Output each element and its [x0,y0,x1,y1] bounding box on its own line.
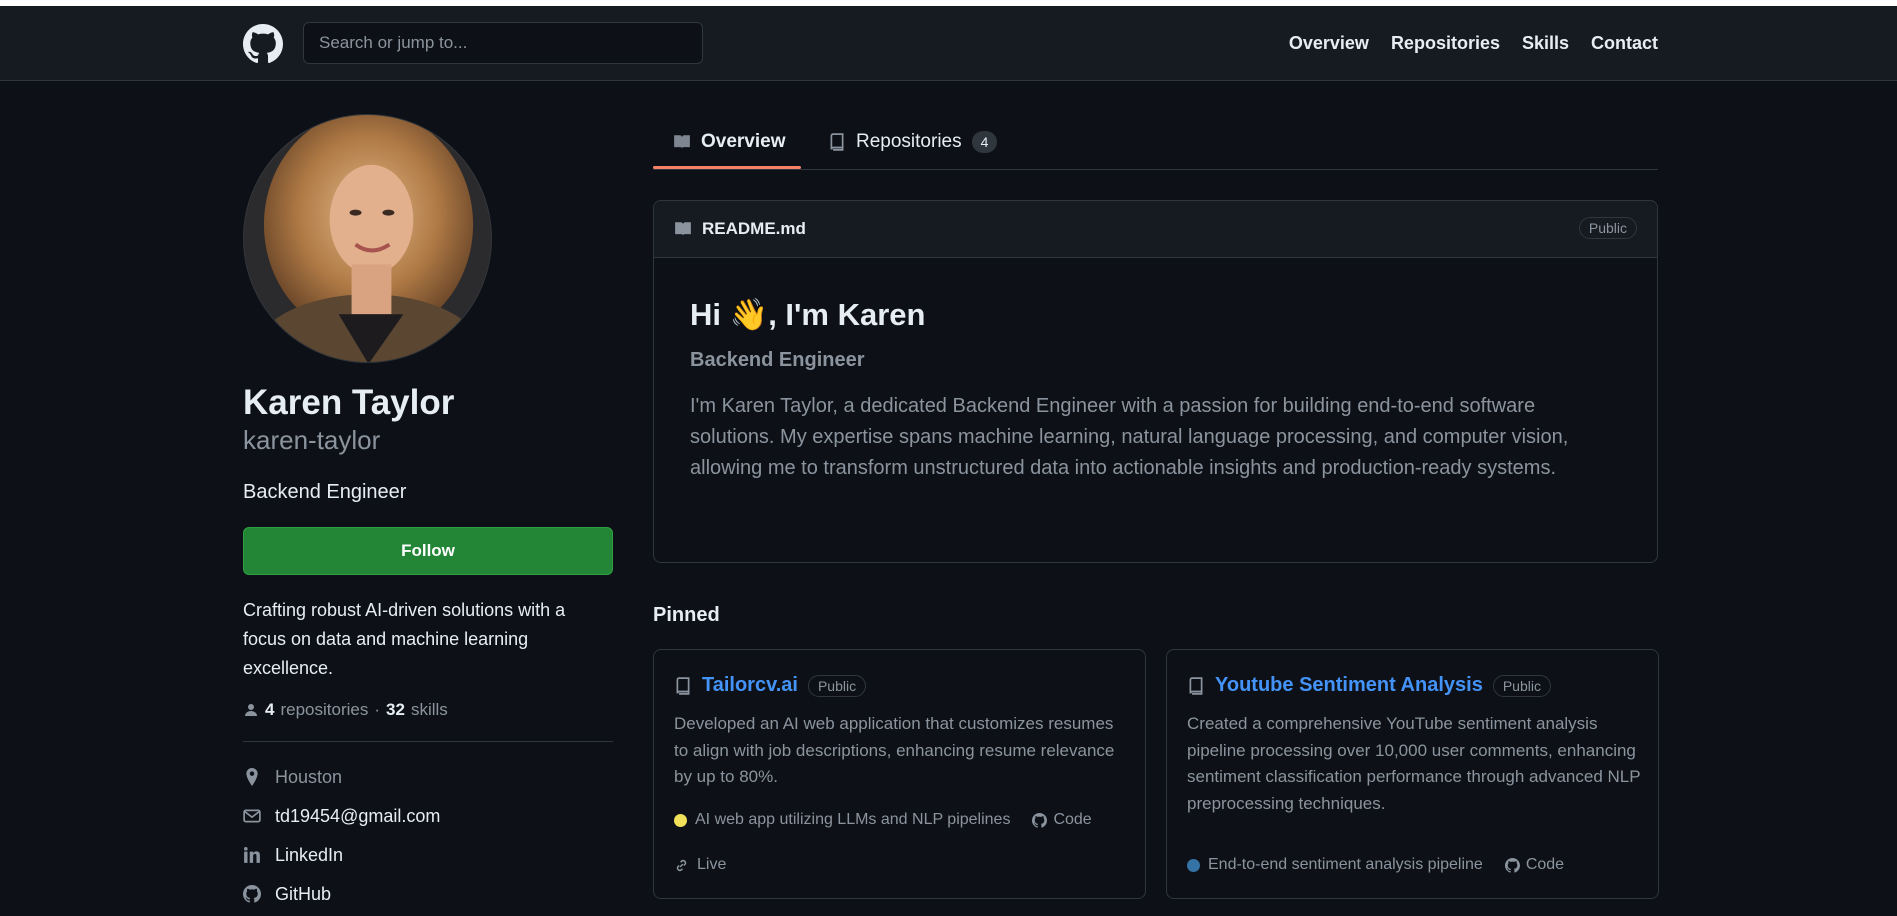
tab-overview-label: Overview [701,131,786,152]
top-nav: Overview Repositories Skills Contact [1289,6,1658,81]
tab-overview[interactable]: Overview [673,114,786,170]
repo-icon [1187,676,1205,695]
live-link[interactable]: Live [674,856,726,874]
live-label: Live [697,856,727,873]
nav-overview[interactable]: Overview [1289,33,1369,54]
contact-location: Houston [243,764,613,790]
language-label: End-to-end sentiment analysis pipeline [1208,856,1483,873]
readme-header: README.md Public [654,201,1657,258]
pinned-card-youtube-sentiment: Youtube Sentiment Analysis Public Create… [1166,649,1659,899]
stats-separator: · [374,700,381,719]
readme-card: README.md Public Hi 👋, I'm Karen Backend… [653,200,1658,563]
github-logo-icon[interactable] [243,24,283,64]
github-link[interactable]: GitHub [275,884,331,905]
tab-repositories-label: Repositories [856,131,962,152]
profile-stats: 4 repositories · 32 skills [243,700,448,720]
contact-linkedin[interactable]: LinkedIn [243,842,613,868]
search-input[interactable] [303,22,703,64]
github-icon [243,885,261,903]
github-icon [1504,857,1520,873]
visibility-badge: Public [1578,217,1637,239]
card-header: Youtube Sentiment Analysis Public [1187,674,1551,697]
card-description: Developed an AI web application that cus… [674,714,1115,786]
book-open-icon [673,133,691,151]
repos-label[interactable]: repositories [280,700,368,720]
visibility-badge: Public [1492,674,1551,697]
repo-icon [828,133,846,151]
readme-subtitle: Backend Engineer [690,349,865,371]
profile-role: Backend Engineer [243,481,407,503]
skills-label[interactable]: skills [411,700,448,720]
active-tab-underline [653,166,801,169]
visibility-badge: Public [807,674,867,697]
mail-icon [243,807,261,825]
profile-login: karen-taylor [243,425,381,455]
follow-button[interactable]: Follow [243,527,613,575]
language-dot [674,813,687,827]
pinned-card-tailorcv: Tailorcv.ai Public Developed an AI web a… [653,649,1146,899]
code-label: Code [1525,856,1565,873]
profile-tabs: Overview Repositories 4 [653,114,1658,170]
code-label: Code [1053,811,1092,828]
profile-bio: Crafting robust AI-driven solutions with… [243,600,566,678]
card-title-link[interactable]: Youtube Sentiment Analysis [1215,674,1483,697]
location-text: Houston [275,766,343,787]
tab-repositories[interactable]: Repositories 4 [828,114,998,170]
card-title-link[interactable]: Tailorcv.ai [702,674,798,697]
nav-contact[interactable]: Contact [1591,33,1658,54]
language-dot [1187,858,1200,872]
code-link[interactable]: Code [1504,856,1565,874]
linkedin-link[interactable]: LinkedIn [275,845,343,866]
code-link[interactable]: Code [1032,811,1092,829]
card-header: Tailorcv.ai Public [674,674,867,697]
readme-filename[interactable]: README.md [702,219,806,239]
contact-github[interactable]: GitHub [243,881,613,907]
repos-count: 4 [265,700,275,719]
skills-count: 32 [386,700,405,719]
github-icon [1032,812,1048,828]
readme-title: Hi 👋, I'm Karen [690,297,926,332]
contact-email[interactable]: td19454@gmail.com [243,803,613,829]
card-meta: AI web app utilizing LLMs and NLP pipeli… [674,811,1092,829]
sidebar-divider [243,741,613,742]
card-meta: End-to-end sentiment analysis pipeline C… [1187,856,1564,874]
repo-icon [674,676,692,695]
book-open-icon [674,220,692,238]
profile-name: Karen Taylor [243,383,455,422]
pinned-heading: Pinned [653,604,720,626]
nav-repositories[interactable]: Repositories [1391,33,1500,54]
card-description: Created a comprehensive YouTube sentimen… [1187,714,1641,813]
email-link[interactable]: td19454@gmail.com [275,806,440,827]
location-pin-icon [243,768,261,786]
nav-skills[interactable]: Skills [1522,33,1569,54]
linkedin-icon [243,846,261,864]
link-icon [674,858,689,873]
readme-body: I'm Karen Taylor, a dedicated Backend En… [690,395,1569,479]
people-icon [243,702,259,718]
repositories-counter: 4 [971,131,998,153]
avatar [243,114,492,363]
top-header: Overview Repositories Skills Contact [0,6,1897,81]
language-label: AI web app utilizing LLMs and NLP pipeli… [695,811,1011,828]
